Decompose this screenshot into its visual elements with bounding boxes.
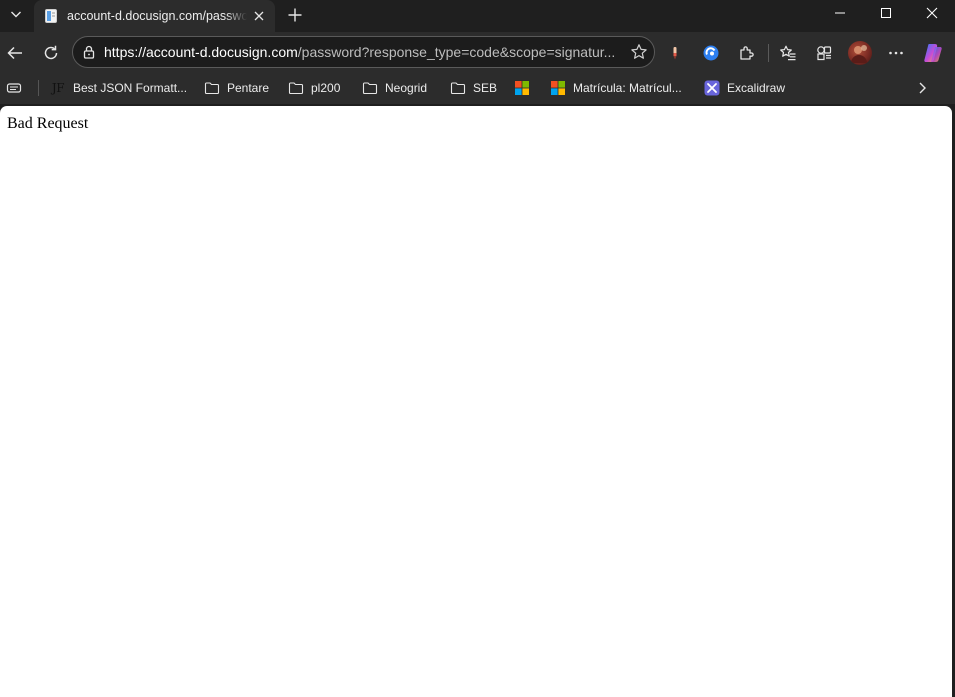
url-text[interactable]: https://account-d.docusign.com/password?… <box>104 44 624 61</box>
extension-blue-button[interactable] <box>698 40 724 66</box>
tab-actions-menu-button[interactable] <box>4 3 28 25</box>
bookmark-label: Excalidraw <box>727 81 786 95</box>
extensions-button[interactable] <box>734 40 760 66</box>
copilot-button[interactable] <box>920 40 946 66</box>
bookmark-label: Matrícula: Matrícul... <box>573 81 682 95</box>
bookmark-folder-pentare[interactable]: Pentare <box>204 78 269 98</box>
bookmark-folder-seb[interactable]: SEB <box>450 78 497 98</box>
url-path: /password?response_type=code&scope=signa… <box>297 44 616 60</box>
folder-icon <box>288 80 304 96</box>
folder-icon <box>450 80 466 96</box>
avatar-image-icon <box>851 45 867 63</box>
error-message: Bad Request <box>7 115 89 132</box>
excalidraw-icon <box>704 80 720 96</box>
more-horizontal-icon <box>889 51 903 55</box>
immersive-reader-icon <box>6 83 22 93</box>
favorites-button[interactable] <box>775 40 801 66</box>
favorites-bar-separator <box>38 80 39 96</box>
bookmark-label: Neogrid <box>385 81 428 95</box>
collections-icon <box>817 46 832 61</box>
lock-icon[interactable] <box>81 44 97 60</box>
favorite-star-icon[interactable] <box>630 43 648 61</box>
extension-pencil-button[interactable] <box>662 40 688 66</box>
folder-icon <box>204 80 220 96</box>
bookmark-label: Best JSON Formatt... <box>73 81 188 95</box>
reading-view-button[interactable] <box>6 78 22 98</box>
rocket-extension-icon <box>673 47 677 60</box>
url-host: https://account-d.docusign.com <box>104 44 298 60</box>
more-favorites-button[interactable] <box>914 78 930 98</box>
bookmark-folder-pl200[interactable]: pl200 <box>288 78 340 98</box>
favorites-list-icon <box>780 45 796 61</box>
copilot-icon <box>924 44 942 62</box>
tab-close-button[interactable] <box>251 8 267 24</box>
chevron-down-icon <box>11 11 21 18</box>
tab-title: account-d.docusign.com/password?response… <box>67 9 247 23</box>
minimize-icon <box>835 12 845 14</box>
window-close-button[interactable] <box>909 0 955 26</box>
new-tab-button[interactable] <box>283 3 307 27</box>
blue-ring-extension-icon <box>703 45 719 61</box>
microsoft-icon <box>550 80 566 96</box>
puzzle-icon <box>740 46 754 60</box>
bookmark-excalidraw[interactable]: Excalidraw <box>704 78 785 98</box>
address-bar[interactable]: https://account-d.docusign.com/password?… <box>72 36 655 68</box>
navigation-toolbar: https://account-d.docusign.com/password?… <box>0 32 955 72</box>
back-button[interactable] <box>2 40 28 66</box>
json-formatter-icon: JF <box>51 81 65 95</box>
refresh-icon <box>44 45 58 60</box>
plus-icon <box>288 8 302 22</box>
bookmark-label: pl200 <box>311 81 341 95</box>
bookmark-label: Pentare <box>227 81 270 95</box>
refresh-button[interactable] <box>38 40 64 66</box>
collections-button[interactable] <box>811 40 837 66</box>
bookmark-label: SEB <box>473 81 498 95</box>
close-icon <box>254 11 264 21</box>
page-favicon-icon <box>45 9 57 23</box>
bookmark-folder-neogrid[interactable]: Neogrid <box>362 78 427 98</box>
page-viewport: Bad Request <box>0 106 952 697</box>
bookmark-matricula[interactable]: Matrícula: Matrícul... <box>550 78 682 98</box>
close-icon <box>926 7 938 19</box>
arrow-left-icon <box>7 46 22 60</box>
maximize-button[interactable] <box>863 0 909 26</box>
microsoft-icon <box>514 80 530 96</box>
active-tab[interactable]: account-d.docusign.com/password?response… <box>34 0 275 32</box>
folder-icon <box>362 80 378 96</box>
maximize-icon <box>881 8 891 18</box>
settings-and-more-button[interactable] <box>883 40 909 66</box>
toolbar-separator <box>768 44 769 62</box>
bookmark-microsoft[interactable] <box>514 78 537 98</box>
tab-strip: account-d.docusign.com/password?response… <box>0 0 955 32</box>
minimize-button[interactable] <box>817 0 863 26</box>
bookmark-best-json-formatter[interactable]: JF Best JSON Formatt... <box>50 78 187 98</box>
profile-avatar[interactable] <box>848 41 872 65</box>
chevron-right-icon <box>919 82 926 94</box>
